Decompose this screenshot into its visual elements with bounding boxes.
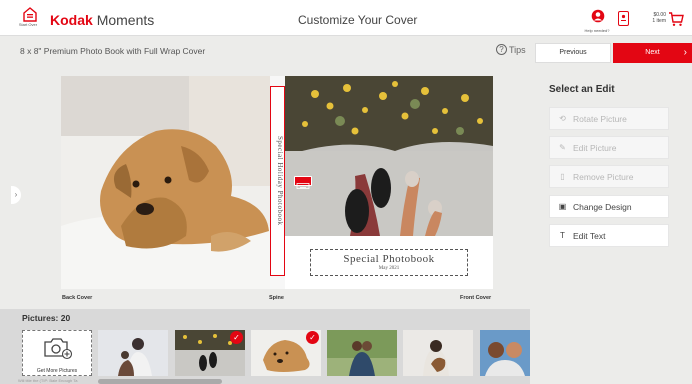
selected-check-icon: ✓ xyxy=(306,331,319,344)
pictures-count: Pictures: 20 xyxy=(22,313,71,323)
product-title: 8 x 8" Premium Photo Book with Full Wrap… xyxy=(20,46,206,56)
tips-button[interactable]: ? Tips xyxy=(496,44,526,55)
chevron-right-icon: › xyxy=(683,47,687,58)
remove-picture-label: Remove Picture xyxy=(573,171,634,182)
thumbnail-1[interactable] xyxy=(98,330,168,376)
thumbnail-5[interactable] xyxy=(403,330,473,376)
footer-note: Will title the (TIP: Bale Enough Ta xyxy=(18,378,78,383)
help-button[interactable]: Help needed? xyxy=(583,9,613,33)
next-label: Next xyxy=(645,49,660,56)
thumbnail-4[interactable] xyxy=(327,330,397,376)
edit-panel-title: Select an Edit xyxy=(549,84,615,95)
spine-text[interactable]: Special Holiday Photobook xyxy=(272,96,284,266)
keyboard-glyph-icon xyxy=(296,183,310,189)
thumbnail-3[interactable]: ✓ xyxy=(251,330,321,376)
spine-label: Spine xyxy=(269,295,284,301)
brand-kodak: Kodak xyxy=(50,12,93,28)
account-badge-icon xyxy=(621,14,626,21)
layout-icon: ▣ xyxy=(558,202,567,211)
edit-text-button[interactable]: T Edit Text xyxy=(549,224,669,247)
rotate-icon: ⟲ xyxy=(559,114,566,123)
cart-summary[interactable]: $0.00 1 item xyxy=(648,12,666,24)
cover-title: Special Photobook xyxy=(343,253,435,265)
thumb-dog-woman-photo xyxy=(403,330,473,376)
cover-title-box[interactable]: Special Photobook May 2021 xyxy=(310,249,468,276)
rotate-picture-button[interactable]: ⟲ Rotate Picture xyxy=(549,107,669,130)
rotate-picture-label: Rotate Picture xyxy=(573,113,627,124)
back-cover-photo[interactable] xyxy=(61,76,270,289)
thumbnails-scrollbar[interactable] xyxy=(98,379,222,384)
top-header: Start Over Kodak Moments Customize Your … xyxy=(0,0,692,36)
edit-picture-label: Edit Picture xyxy=(573,142,617,153)
feet-and-flowers-photo xyxy=(285,76,493,236)
keyboard-icon[interactable] xyxy=(294,176,312,189)
start-over-label: Start Over xyxy=(18,22,38,27)
back-cover-label: Back Cover xyxy=(62,295,93,301)
thumbnail-6[interactable] xyxy=(480,330,530,376)
page-title: Customize Your Cover xyxy=(298,13,418,27)
text-icon: T xyxy=(560,231,565,240)
selected-check-icon: ✓ xyxy=(230,331,243,344)
get-more-pictures-button[interactable]: Get More Pictures xyxy=(22,330,92,376)
cart-icon[interactable] xyxy=(668,11,684,27)
thumbnail-2[interactable]: ✓ xyxy=(175,330,245,376)
front-cover-label: Front Cover xyxy=(460,295,492,301)
account-icon[interactable] xyxy=(618,11,629,26)
cover-subtitle: May 2021 xyxy=(378,266,400,271)
thumb-family-photo xyxy=(98,330,168,376)
cart-items: 1 item xyxy=(652,18,666,24)
trash-icon: ▯ xyxy=(560,172,565,181)
dog-on-bed-photo xyxy=(61,76,270,289)
previous-button[interactable]: Previous xyxy=(535,43,611,63)
get-more-pictures-label: Get More Pictures xyxy=(36,368,78,374)
change-design-button[interactable]: ▣ Change Design xyxy=(549,195,669,218)
next-button[interactable]: Next › xyxy=(613,43,692,63)
help-user-icon xyxy=(591,9,605,23)
tips-label: Tips xyxy=(509,44,526,55)
thumb-selfie-photo xyxy=(480,330,530,376)
home-icon xyxy=(23,7,37,22)
question-icon: ? xyxy=(496,44,507,55)
remove-picture-button[interactable]: ▯ Remove Picture xyxy=(549,165,669,188)
kodak-moments-logo[interactable]: Kodak Moments xyxy=(50,12,154,28)
change-design-label: Change Design xyxy=(573,201,632,212)
start-over-button[interactable]: Start Over xyxy=(18,6,42,34)
help-label: Help needed? xyxy=(584,28,610,33)
collapse-panel-handle[interactable]: › xyxy=(11,186,21,204)
pencil-icon: ✎ xyxy=(559,143,566,152)
brand-moments: Moments xyxy=(96,12,155,28)
add-camera-icon xyxy=(44,338,73,360)
edit-text-label: Edit Text xyxy=(573,230,606,241)
edit-picture-button[interactable]: ✎ Edit Picture xyxy=(549,136,669,159)
thumb-couple-photo xyxy=(327,330,397,376)
